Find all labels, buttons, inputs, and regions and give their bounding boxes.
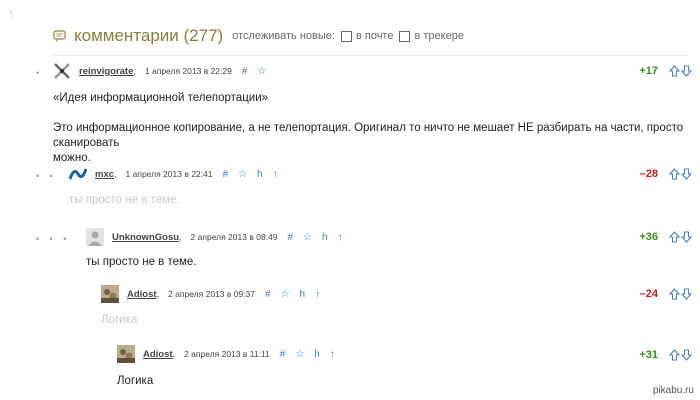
track-tracker-label: в трекере <box>414 30 464 42</box>
avatar[interactable] <box>117 345 135 363</box>
vote-down-icon[interactable] <box>681 168 692 180</box>
comment-text: Логика <box>117 375 154 387</box>
reply-icon[interactable]: h <box>314 349 320 360</box>
comment-author[interactable]: reinvigorate <box>79 66 133 77</box>
comment-date: 1 апреля 2013 в 22:29 <box>144 66 232 76</box>
comment-score: –28 <box>639 168 658 180</box>
comment-text: ты просто не в теме. <box>86 256 197 268</box>
parent-icon[interactable]: ↑ <box>273 169 278 180</box>
hash-icon[interactable]: # <box>242 66 248 77</box>
comment-author[interactable]: UnknownGosu <box>112 232 179 243</box>
star-icon[interactable]: ☆ <box>238 169 247 180</box>
comment-date: 1 апреля 2013 в 22:41 <box>125 169 213 179</box>
parent-icon[interactable]: ↑ <box>315 289 320 300</box>
watermark: pikabu.ru <box>652 385 694 396</box>
comment-author[interactable]: Adiost <box>127 289 157 300</box>
vote-up-icon[interactable] <box>669 65 680 77</box>
vote-up-icon[interactable] <box>669 288 680 300</box>
comment-score: +31 <box>639 349 658 361</box>
vote-up-icon[interactable] <box>669 168 680 180</box>
track-email-label: в почте <box>355 30 394 42</box>
vote-up-icon[interactable] <box>669 231 680 243</box>
comment-date: 2 апреля 2013 в 11:11 <box>184 349 270 359</box>
comment-score: –24 <box>639 288 658 300</box>
star-icon[interactable]: ☆ <box>257 66 266 77</box>
star-icon[interactable]: ☆ <box>295 349 304 360</box>
comment-line: Это информационное копирование, а не тел… <box>53 122 684 149</box>
comments-icon <box>53 29 66 43</box>
hash-icon[interactable]: # <box>280 349 286 360</box>
avatar[interactable] <box>53 62 71 80</box>
comment-score: +36 <box>639 231 658 243</box>
scroll-up-icon[interactable]: ↑ <box>8 6 15 21</box>
comment-date: 2 апреля 2013 в 09:37 <box>168 289 256 299</box>
comment-text: ты просто не в теме. <box>69 194 180 206</box>
vote-down-icon[interactable] <box>681 65 692 77</box>
comment-author[interactable]: mxc <box>95 169 114 180</box>
comments-title: комментарии (277) <box>74 26 224 45</box>
reply-icon[interactable]: h <box>322 232 328 243</box>
parent-icon[interactable]: ↑ <box>338 232 343 243</box>
track-new-label: отслеживать новые: <box>232 30 335 42</box>
thread-dots: • • • <box>36 234 71 244</box>
hash-icon[interactable]: # <box>222 169 228 180</box>
vote-down-icon[interactable] <box>681 288 692 300</box>
avatar[interactable] <box>86 228 104 246</box>
track-email-checkbox[interactable] <box>340 30 352 42</box>
reply-icon[interactable]: h <box>257 169 263 180</box>
thread-dots: • <box>36 68 44 78</box>
avatar[interactable] <box>68 165 88 183</box>
comment-text: Логика <box>101 314 138 326</box>
comments-header: комментарии (277) отслеживать новые: в п… <box>53 26 464 46</box>
header-divider <box>53 55 688 56</box>
comment-text: «Идея информационной телепортации» Это и… <box>53 91 700 166</box>
track-tracker-checkbox[interactable] <box>399 30 411 42</box>
vote-down-icon[interactable] <box>681 349 692 361</box>
thread-dots: • • <box>36 171 57 181</box>
reply-icon[interactable]: h <box>300 289 306 300</box>
vote-down-icon[interactable] <box>681 231 692 243</box>
comment-line: можно. <box>53 152 91 164</box>
comment-score: +17 <box>639 65 658 77</box>
star-icon[interactable]: ☆ <box>303 232 312 243</box>
comment-date: 2 апреля 2013 в 08:49 <box>190 232 278 242</box>
comment-line: «Идея информационной телепортации» <box>53 92 269 104</box>
hash-icon[interactable]: # <box>265 289 271 300</box>
star-icon[interactable]: ☆ <box>281 289 290 300</box>
parent-icon[interactable]: ↑ <box>330 349 335 360</box>
hash-icon[interactable]: # <box>287 232 293 243</box>
avatar[interactable] <box>101 285 119 303</box>
comment-author[interactable]: Adiost <box>143 349 173 360</box>
vote-up-icon[interactable] <box>669 349 680 361</box>
